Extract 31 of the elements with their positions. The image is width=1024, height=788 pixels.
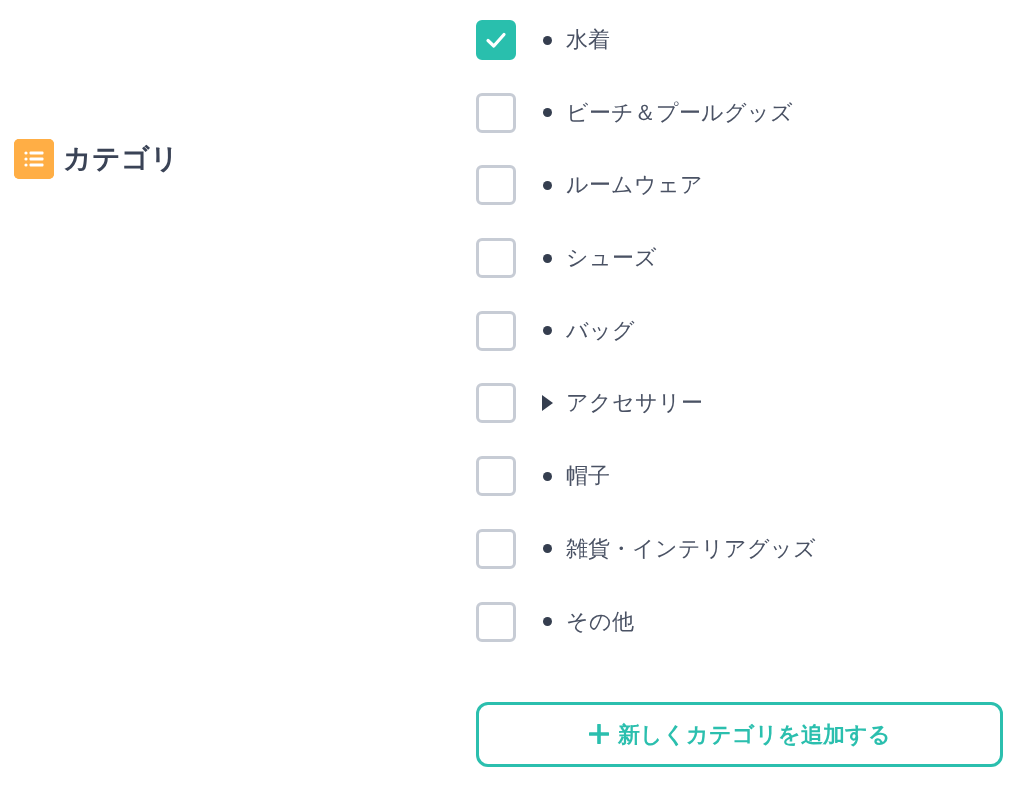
checkbox[interactable] bbox=[476, 92, 516, 133]
category-label: アクセサリー bbox=[566, 389, 703, 418]
checkbox[interactable] bbox=[476, 238, 516, 279]
checkbox[interactable] bbox=[476, 20, 516, 60]
checkbox[interactable] bbox=[476, 165, 516, 206]
category-label: 帽子 bbox=[566, 462, 610, 491]
bullet-icon bbox=[543, 544, 552, 554]
plus-icon bbox=[588, 724, 609, 744]
checkbox[interactable] bbox=[476, 528, 516, 569]
bullet-icon bbox=[543, 180, 552, 190]
caret-icon[interactable] bbox=[542, 395, 553, 412]
bullet-icon bbox=[543, 35, 552, 45]
bullet-icon bbox=[543, 253, 552, 263]
checkbox[interactable] bbox=[476, 310, 516, 351]
category-label: 雑貨・インテリアグッズ bbox=[566, 534, 816, 563]
bullet-icon bbox=[543, 471, 552, 481]
add-category-button[interactable]: 新しくカテゴリを追加する bbox=[476, 701, 1003, 767]
section-title: カテゴリ bbox=[63, 142, 179, 176]
category-label: ビーチ＆プールグッズ bbox=[566, 98, 793, 127]
checkbox[interactable] bbox=[476, 456, 516, 497]
list-icon bbox=[14, 139, 54, 179]
category-label: ルームウェア bbox=[566, 171, 703, 200]
category-label: シューズ bbox=[566, 244, 657, 273]
category-label: バッグ bbox=[566, 316, 635, 345]
bullet-icon bbox=[543, 326, 552, 336]
category-label: その他 bbox=[566, 607, 634, 636]
category-label: 水着 bbox=[566, 26, 610, 54]
checkbox[interactable] bbox=[476, 383, 516, 424]
bullet-icon bbox=[543, 108, 552, 118]
bullet-icon bbox=[543, 617, 552, 626]
checkbox[interactable] bbox=[476, 601, 516, 642]
